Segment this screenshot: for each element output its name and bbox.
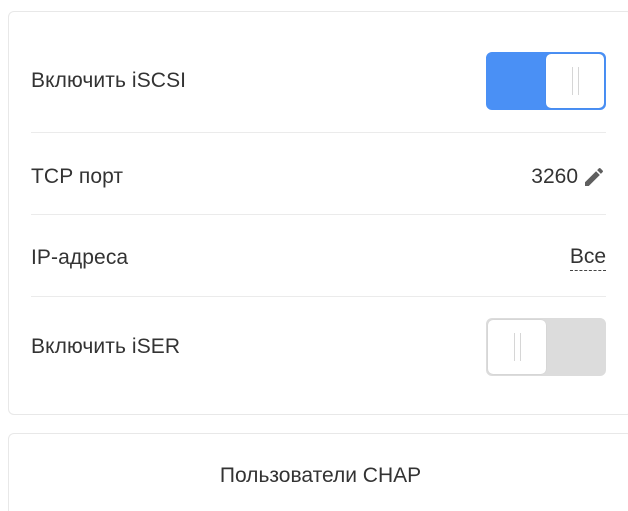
iscsi-label: Включить iSCSI (31, 69, 187, 92)
iser-label: Включить iSER (31, 335, 181, 358)
iscsi-row: Включить iSCSI (31, 52, 606, 110)
ip-addresses-label: IP-адреса (31, 246, 129, 269)
iser-toggle[interactable] (486, 318, 606, 376)
tcp-port-row: TCP порт 3260 (31, 152, 606, 202)
tcp-port-value-group: 3260 (531, 165, 606, 189)
grip-icon (513, 333, 521, 361)
divider (31, 132, 606, 133)
iscsi-settings-panel: Включить iSCSI TCP порт 3260 IP-адреса В… (0, 0, 628, 511)
divider (31, 214, 606, 215)
iser-row: Включить iSER (31, 318, 606, 376)
ip-addresses-link[interactable]: Все (569, 245, 606, 271)
toggle-knob (488, 320, 546, 374)
pencil-icon[interactable] (582, 165, 606, 189)
tcp-port-value: 3260 (531, 165, 578, 188)
tcp-port-label: TCP порт (31, 165, 124, 188)
toggle-knob (546, 54, 604, 108)
chap-users-button[interactable]: Пользователи CHAP (8, 433, 628, 511)
grip-icon (571, 67, 579, 95)
chap-users-label: Пользователи CHAP (219, 464, 422, 487)
divider (31, 296, 606, 297)
ip-addresses-row: IP-адреса Все (31, 233, 606, 283)
iscsi-toggle[interactable] (486, 52, 606, 110)
